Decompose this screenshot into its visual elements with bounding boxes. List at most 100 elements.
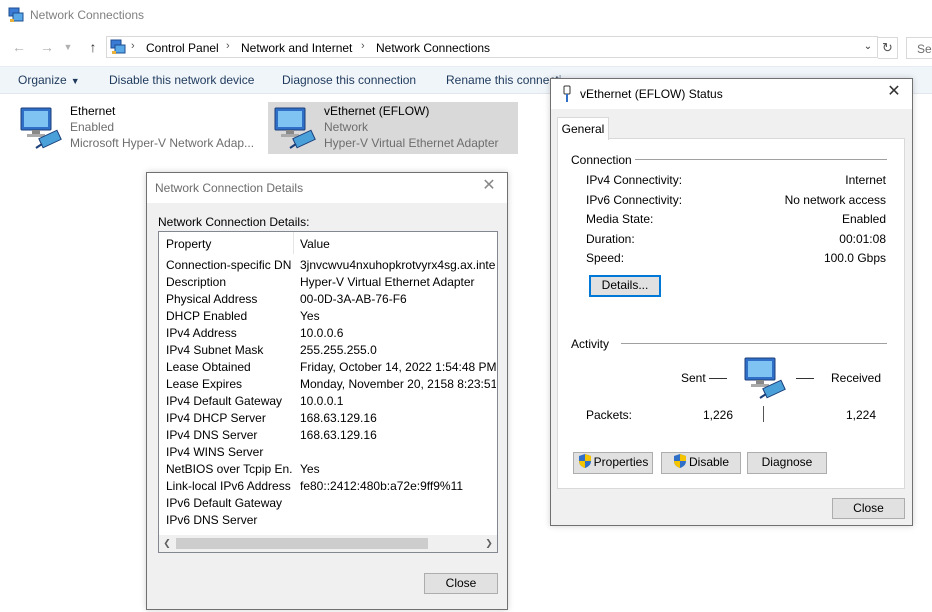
property-cell: IPv4 DNS Server bbox=[166, 428, 258, 442]
breadcrumb-separator-icon: › bbox=[361, 40, 365, 52]
ipv6-connectivity-label: IPv6 Connectivity: bbox=[586, 193, 683, 207]
duration-label: Duration: bbox=[586, 232, 635, 246]
table-row[interactable]: Description Hyper-V Virtual Ethernet Adap… bbox=[159, 273, 497, 290]
connection-name: vEthernet (EFLOW) bbox=[324, 104, 430, 118]
received-line bbox=[796, 378, 814, 379]
details-list[interactable]: Property Value Connection-specific DN...… bbox=[158, 231, 498, 553]
table-row[interactable]: Lease Obtained Friday, October 14, 2022 1… bbox=[159, 358, 497, 375]
table-row[interactable]: Link-local IPv6 Address fe80::2412:480b:a… bbox=[159, 477, 497, 494]
details-close-button[interactable]: Close bbox=[424, 573, 498, 594]
table-row[interactable]: IPv6 Default Gateway bbox=[159, 494, 497, 511]
property-cell: Lease Expires bbox=[166, 377, 243, 391]
breadcrumb-separator-icon: › bbox=[226, 40, 230, 52]
table-row[interactable]: Lease Expires Monday, November 20, 2158 8… bbox=[159, 375, 497, 392]
table-row[interactable]: IPv4 DHCP Server 168.63.129.16 bbox=[159, 409, 497, 426]
table-row[interactable]: IPv4 Subnet Mask 255.255.255.0 bbox=[159, 341, 497, 358]
received-label: Received bbox=[831, 371, 882, 385]
close-icon[interactable]: ✕ bbox=[886, 84, 902, 100]
rename-connection-command[interactable]: Rename this connecti bbox=[446, 73, 561, 87]
ipv4-connectivity-value: Internet bbox=[845, 173, 886, 187]
scrollbar-thumb[interactable] bbox=[176, 538, 428, 549]
status-close-button[interactable]: Close bbox=[832, 498, 905, 519]
refresh-icon[interactable]: ↻ bbox=[878, 37, 898, 59]
value-cell: 255.255.255.0 bbox=[300, 343, 377, 357]
table-row[interactable]: Physical Address 00-0D-3A-AB-76-F6 bbox=[159, 290, 497, 307]
value-cell: Monday, November 20, 2158 8:23:51 PM bbox=[300, 377, 496, 391]
details-dialog-titlebar: Network Connection Details ✕ bbox=[147, 173, 507, 203]
connection-status-dialog: vEthernet (EFLOW) Status ✕ General Conne… bbox=[550, 78, 913, 526]
column-header-value[interactable]: Value bbox=[300, 237, 330, 251]
properties-button[interactable]: Properties bbox=[573, 452, 653, 474]
property-cell: Connection-specific DN... bbox=[166, 258, 292, 272]
scroll-left-icon[interactable]: ❮ bbox=[161, 537, 173, 549]
window-title: Network Connections bbox=[30, 8, 145, 22]
ipv6-connectivity-value: No network access bbox=[784, 193, 886, 207]
table-row[interactable]: IPv4 Address 10.0.0.6 bbox=[159, 324, 497, 341]
connection-item-ethernet[interactable]: Ethernet Enabled Microsoft Hyper-V Netwo… bbox=[14, 102, 264, 154]
shield-icon bbox=[578, 454, 591, 468]
scroll-right-icon[interactable]: ❯ bbox=[483, 537, 495, 549]
network-adapter-icon bbox=[20, 107, 62, 149]
disable-button[interactable]: Disable bbox=[661, 452, 741, 474]
network-adapter-icon bbox=[274, 107, 316, 149]
property-cell: IPv4 WINS Server bbox=[166, 445, 264, 459]
connection-status: Enabled bbox=[70, 120, 115, 134]
network-connection-details-dialog: Network Connection Details ✕ Network Con… bbox=[146, 172, 508, 610]
details-dialog-title: Network Connection Details bbox=[155, 181, 304, 195]
forward-arrow-icon[interactable]: → bbox=[38, 38, 56, 56]
horizontal-scrollbar[interactable]: ❮ ❯ bbox=[159, 535, 497, 552]
property-cell: IPv4 DHCP Server bbox=[166, 411, 266, 425]
table-row[interactable]: Connection-specific DN... 3jnvcwvu4nxuhop… bbox=[159, 256, 497, 273]
search-input[interactable]: Sea bbox=[906, 37, 932, 59]
table-row[interactable]: IPv4 WINS Server bbox=[159, 443, 497, 460]
recent-locations-chevron-icon[interactable]: ▼ bbox=[62, 38, 74, 56]
address-bar[interactable]: › Control Panel › Network and Internet ›… bbox=[106, 36, 878, 58]
breadcrumb-network-and-internet[interactable]: Network and Internet bbox=[241, 41, 352, 55]
breadcrumb-separator-icon: › bbox=[131, 40, 135, 52]
table-row[interactable]: IPv4 Default Gateway 10.0.0.1 bbox=[159, 392, 497, 409]
explorer-titlebar: Network Connections bbox=[0, 0, 932, 30]
address-dropdown-icon[interactable]: ⌄ bbox=[861, 40, 875, 54]
connection-name: Ethernet bbox=[70, 104, 116, 118]
up-arrow-icon[interactable]: ↑ bbox=[84, 38, 102, 56]
packets-received-value: 1,224 bbox=[845, 408, 876, 422]
table-row[interactable]: IPv6 DNS Server bbox=[159, 511, 497, 528]
organize-menu[interactable]: Organize ▼ bbox=[18, 73, 80, 87]
tab-general[interactable]: General bbox=[557, 117, 609, 140]
back-arrow-icon[interactable]: ← bbox=[10, 38, 28, 56]
general-tab-panel: Connection IPv4 Connectivity: Internet I… bbox=[557, 138, 905, 489]
disable-device-command[interactable]: Disable this network device bbox=[109, 73, 254, 87]
connection-section-header: Connection bbox=[571, 153, 632, 167]
status-dialog-title: vEthernet (EFLOW) Status bbox=[580, 87, 723, 101]
diagnose-connection-command[interactable]: Diagnose this connection bbox=[282, 73, 416, 87]
diagnose-button[interactable]: Diagnose bbox=[747, 452, 827, 474]
navigation-bar: ← → ▼ ↑ › Control Panel › Network and In… bbox=[0, 34, 932, 62]
status-dialog-titlebar: vEthernet (EFLOW) Status ✕ bbox=[551, 79, 912, 109]
activity-section-header: Activity bbox=[571, 337, 610, 351]
details-button[interactable]: Details... bbox=[589, 275, 661, 297]
connection-item-vethernet-eflow[interactable]: vEthernet (EFLOW) Network Hyper-V Virtua… bbox=[268, 102, 518, 154]
property-cell: Link-local IPv6 Address bbox=[166, 479, 291, 493]
property-cell: IPv4 Default Gateway bbox=[166, 394, 283, 408]
value-cell: fe80::2412:480b:a72e:9ff9%11 bbox=[300, 479, 464, 493]
speed-label: Speed: bbox=[586, 251, 625, 265]
details-list-label: Network Connection Details: bbox=[158, 215, 310, 229]
breadcrumb-control-panel[interactable]: Control Panel bbox=[146, 41, 219, 55]
ipv4-connectivity-label: IPv4 Connectivity: bbox=[586, 173, 683, 187]
property-cell: NetBIOS over Tcpip En... bbox=[166, 462, 292, 476]
value-cell: 10.0.0.1 bbox=[300, 394, 344, 408]
table-row[interactable]: DHCP Enabled Yes bbox=[159, 307, 497, 324]
breadcrumb-network-connections[interactable]: Network Connections bbox=[376, 41, 490, 55]
network-connections-app-icon bbox=[8, 7, 24, 22]
packets-divider bbox=[763, 406, 764, 422]
close-icon[interactable]: ✕ bbox=[481, 178, 497, 194]
property-cell: IPv6 Default Gateway bbox=[166, 496, 283, 510]
table-row[interactable]: NetBIOS over Tcpip En... Yes bbox=[159, 460, 497, 477]
media-state-value: Enabled bbox=[841, 212, 886, 226]
table-row[interactable]: IPv4 DNS Server 168.63.129.16 bbox=[159, 426, 497, 443]
column-header-property[interactable]: Property bbox=[166, 237, 211, 251]
network-cable-icon bbox=[563, 85, 571, 102]
disable-label: Disable bbox=[688, 455, 730, 469]
column-divider[interactable] bbox=[293, 232, 294, 254]
value-cell: Yes bbox=[300, 309, 320, 323]
